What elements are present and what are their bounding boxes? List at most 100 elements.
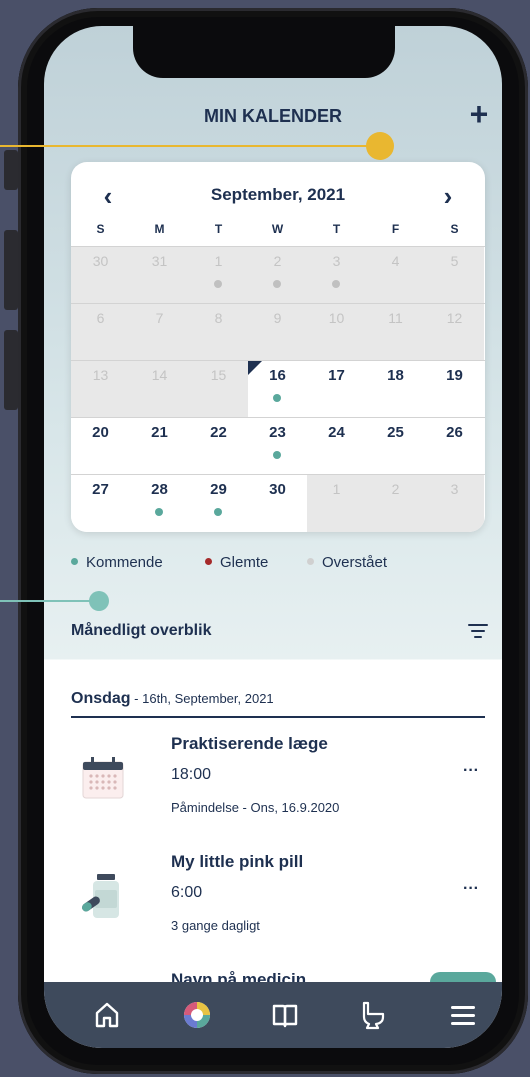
calendar-day-cell[interactable]: 29 — [189, 475, 248, 532]
calendar-week-row: 30 31 1 2 3 4 5 — [71, 246, 485, 304]
calendar-day-cell[interactable]: 12 — [425, 304, 484, 361]
bottom-nav — [44, 982, 502, 1048]
day-number: 18 — [387, 367, 404, 384]
calendar-card: ‹ September, 2021 › SMTWTFS 30 31 1 2 3 4 5 6 7 8… — [71, 162, 485, 532]
day-number: 8 — [214, 310, 223, 326]
calendar-day-cell[interactable]: 1 — [189, 247, 248, 304]
weekday-header: SMTWTFS — [71, 222, 485, 242]
day-number: 10 — [328, 310, 345, 326]
event-title: Praktiserende læge — [171, 734, 328, 753]
toilet-icon[interactable] — [356, 998, 390, 1032]
calendar-day-cell[interactable]: 20 — [71, 418, 130, 475]
legend-passed: Overstået — [307, 554, 387, 571]
calendar-day-cell[interactable]: 2 — [248, 247, 307, 304]
pill-bottle-icon — [82, 874, 119, 918]
calendar-day-cell[interactable]: 30 — [248, 475, 307, 532]
calendar-day-cell[interactable]: 2 — [366, 475, 425, 532]
add-event-button[interactable]: + — [464, 96, 494, 132]
event-item[interactable]: Praktiserende læge 18:00 Påmindelse - On… — [71, 734, 485, 844]
menu-icon[interactable] — [446, 998, 480, 1032]
day-number: 13 — [92, 367, 109, 383]
event-time: 18:00 — [171, 766, 212, 783]
day-number: 15 — [210, 367, 227, 383]
next-month-button[interactable]: › — [433, 182, 463, 210]
day-number: 1 — [332, 481, 341, 497]
calendar-day-cell[interactable]: 16 — [248, 361, 307, 418]
calendar-day-cell[interactable]: 28 — [130, 475, 189, 532]
phone-side-button — [4, 230, 18, 310]
calendar-week-row: 6 7 8 9 10 11 12 — [71, 303, 485, 361]
weekday-label: M — [154, 222, 165, 236]
app-screen: MIN KALENDER + ‹ September, 2021 › SMTWT… — [44, 26, 502, 1048]
day-number: 2 — [391, 481, 400, 497]
event-subtitle: 3 gange dagligt — [171, 918, 260, 933]
calendar-day-cell[interactable]: 19 — [425, 361, 484, 418]
filter-icon[interactable] — [468, 624, 488, 642]
day-number: 22 — [210, 424, 227, 441]
day-number: 28 — [151, 481, 168, 498]
day-number: 17 — [328, 367, 345, 384]
day-number: 5 — [450, 253, 459, 269]
day-number: 19 — [446, 367, 463, 384]
callout-marker — [89, 591, 109, 611]
day-number: 27 — [92, 481, 109, 498]
calendar-day-cell[interactable]: 22 — [189, 418, 248, 475]
day-number: 24 — [328, 424, 345, 441]
calendar-week-row: 20 21 22 23 24 25 26 — [71, 417, 485, 475]
home-icon[interactable] — [90, 998, 124, 1032]
day-number: 1 — [214, 253, 223, 269]
calendar-day-cell[interactable]: 27 — [71, 475, 130, 532]
calendar-day-cell[interactable]: 10 — [307, 304, 366, 361]
calendar-legend: Kommende Glemte Overstået — [71, 554, 485, 574]
day-date: - 16th, September, 2021 — [130, 691, 274, 706]
phone-side-button — [4, 150, 18, 190]
day-name: Onsdag — [71, 690, 131, 707]
calendar-icon — [82, 757, 124, 799]
calendar-day-cell[interactable]: 23 — [248, 418, 307, 475]
calendar-day-cell[interactable]: 11 — [366, 304, 425, 361]
event-dot-icon — [214, 508, 222, 516]
color-wheel-icon[interactable] — [180, 998, 214, 1032]
calendar-day-cell[interactable]: 1 — [307, 475, 366, 532]
day-number: 14 — [151, 367, 168, 383]
calendar-day-cell[interactable]: 26 — [425, 418, 484, 475]
weekday-label: F — [391, 222, 400, 236]
calendar-day-cell[interactable]: 13 — [71, 361, 130, 418]
grey-dot-icon — [307, 557, 314, 565]
calendar-day-cell[interactable]: 17 — [307, 361, 366, 418]
event-dot-icon — [214, 280, 222, 288]
calendar-day-cell[interactable]: 25 — [366, 418, 425, 475]
page-title: MIN KALENDER — [204, 106, 342, 126]
monthly-overview-title: Månedligt overblik — [71, 622, 212, 639]
calendar-day-cell[interactable]: 8 — [189, 304, 248, 361]
more-options-button[interactable]: ··· — [463, 880, 479, 898]
event-item[interactable]: My little pink pill 6:00 3 gange dagligt… — [71, 852, 485, 962]
callout-line — [0, 600, 100, 602]
day-number: 3 — [450, 481, 459, 497]
book-icon[interactable] — [268, 998, 302, 1032]
calendar-day-cell[interactable]: 21 — [130, 418, 189, 475]
calendar-day-cell[interactable]: 5 — [425, 247, 484, 304]
day-number: 20 — [92, 424, 109, 441]
calendar-day-cell[interactable]: 14 — [130, 361, 189, 418]
day-number: 23 — [269, 424, 286, 441]
more-options-button[interactable]: ··· — [463, 762, 479, 780]
calendar-day-cell[interactable]: 15 — [189, 361, 248, 418]
day-number: 31 — [151, 253, 168, 269]
teal-dot-icon — [71, 557, 78, 565]
legend-upcoming: Kommende — [71, 554, 163, 571]
day-number: 29 — [210, 481, 227, 498]
calendar-day-cell[interactable]: 24 — [307, 418, 366, 475]
day-number: 30 — [92, 253, 109, 269]
calendar-day-cell[interactable]: 31 — [130, 247, 189, 304]
calendar-day-cell[interactable]: 4 — [366, 247, 425, 304]
red-dot-icon — [205, 557, 212, 565]
calendar-day-cell[interactable]: 6 — [71, 304, 130, 361]
calendar-day-cell[interactable]: 7 — [130, 304, 189, 361]
calendar-day-cell[interactable]: 3 — [425, 475, 484, 532]
day-heading: Onsdag - 16th, September, 2021 — [71, 690, 485, 718]
calendar-day-cell[interactable]: 9 — [248, 304, 307, 361]
calendar-day-cell[interactable]: 30 — [71, 247, 130, 304]
calendar-day-cell[interactable]: 3 — [307, 247, 366, 304]
calendar-day-cell[interactable]: 18 — [366, 361, 425, 418]
